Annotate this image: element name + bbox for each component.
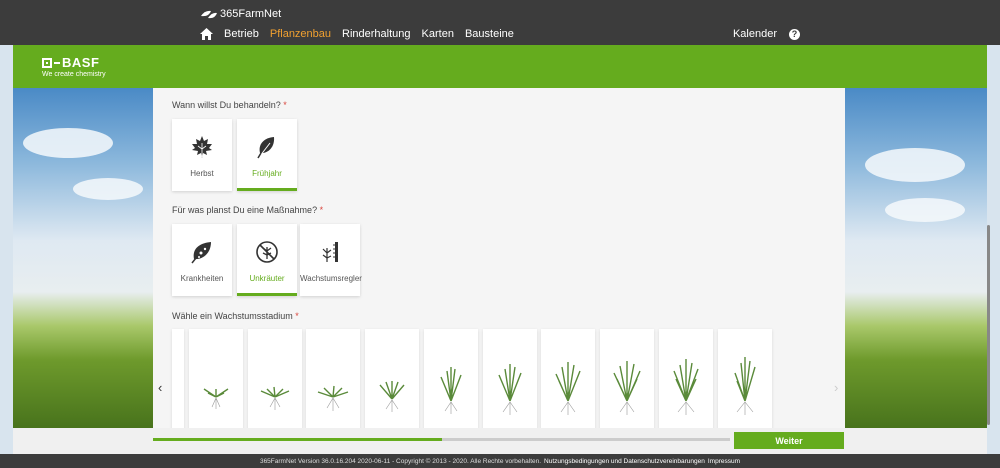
nav-item-betrieb[interactable]: Betrieb — [224, 28, 259, 40]
nav-item-bausteine[interactable]: Bausteine — [465, 28, 514, 40]
stage-card-partial[interactable] — [172, 329, 184, 428]
option-label: Wachstumsregler — [300, 274, 362, 283]
basf-dash-icon — [54, 61, 60, 64]
plant-stage-icon — [203, 388, 229, 409]
farmnet-leaf-icon — [201, 10, 217, 19]
plant-stage-icon — [734, 357, 756, 415]
top-navigation-bar: 365FarmNet Betrieb Pflanzenbau Rinderhal… — [0, 0, 1000, 45]
stage-card-7[interactable] — [541, 329, 595, 428]
carousel-next-icon[interactable]: › — [834, 380, 838, 395]
footer-link-terms[interactable]: Nutzungsbedingungen und Datenschutzverei… — [544, 458, 705, 465]
stage-card-10[interactable] — [718, 329, 772, 428]
option-wachstumsregler[interactable]: Wachstumsregler — [300, 224, 362, 296]
wizard-progress-bar — [153, 438, 730, 441]
diseased-leaf-icon — [191, 242, 211, 264]
plant-stage-icon — [260, 386, 290, 410]
footer-link-impressum[interactable]: Impressum — [708, 458, 740, 465]
leaf-icon — [257, 137, 275, 159]
page-scrollbar[interactable] — [987, 225, 990, 425]
plant-stage-icon — [379, 381, 405, 412]
plant-stage-icon — [555, 362, 581, 415]
stage-card-1[interactable] — [189, 329, 243, 428]
option-krankheiten[interactable]: Krankheiten — [172, 224, 232, 296]
background-field-left — [13, 88, 153, 428]
nav-item-pflanzenbau[interactable]: Pflanzenbau — [270, 28, 331, 40]
nav-item-karten[interactable]: Karten — [422, 28, 454, 40]
no-weed-icon — [256, 241, 278, 263]
basf-logo: BASF — [42, 55, 99, 70]
plant-stage-icon — [317, 385, 349, 411]
plant-stage-icon — [498, 364, 522, 415]
option-label: Unkräuter — [249, 274, 285, 283]
question-when: Wann willst Du behandeln? * — [172, 100, 287, 110]
background-field-right — [845, 88, 987, 428]
question-purpose: Für was planst Du eine Maßnahme? * — [172, 205, 324, 215]
stage-card-2[interactable] — [248, 329, 302, 428]
option-label: Frühjahr — [252, 169, 282, 178]
next-button[interactable]: Weiter — [734, 432, 844, 449]
stage-card-3[interactable] — [306, 329, 360, 428]
footer-copyright: 365FarmNet Version 36.0.16.204 2020-06-1… — [259, 457, 542, 465]
calendar-link[interactable]: Kalender — [733, 28, 777, 40]
plant-stage-icon — [673, 359, 699, 415]
plant-stage-icon — [613, 361, 641, 415]
plant-stage-icon — [440, 367, 462, 414]
stage-card-9[interactable] — [659, 329, 713, 428]
brand-tagline: We create chemistry — [42, 71, 106, 78]
help-icon[interactable]: ? — [789, 28, 800, 40]
stage-card-8[interactable] — [600, 329, 654, 428]
wizard-action-bar: Weiter — [13, 428, 987, 454]
nav-item-rinderhaltung[interactable]: Rinderhaltung — [342, 28, 411, 40]
maple-leaf-icon — [192, 136, 212, 158]
option-herbst[interactable]: Herbst — [172, 119, 232, 191]
question-stage: Wähle ein Wachstumsstadium * — [172, 311, 299, 321]
brand-band: BASF We create chemistry — [13, 45, 987, 88]
brand-name: BASF — [62, 55, 100, 70]
option-label: Herbst — [190, 169, 214, 178]
header-right: Kalender ? — [733, 28, 800, 40]
logo-text: 365FarmNet — [220, 8, 282, 20]
main-nav: Betrieb Pflanzenbau Rinderhaltung Karten… — [200, 28, 525, 40]
option-unkraeuter[interactable]: Unkräuter — [237, 224, 297, 296]
option-label: Krankheiten — [180, 274, 224, 283]
365farmnet-logo[interactable]: 365FarmNet — [200, 8, 281, 20]
stage-card-5[interactable] — [424, 329, 478, 428]
option-fruehjahr[interactable]: Frühjahr — [237, 119, 297, 191]
wizard-progress-fill — [153, 438, 442, 441]
home-icon[interactable] — [200, 28, 213, 40]
stage-card-6[interactable] — [483, 329, 537, 428]
carousel-prev-icon[interactable]: ‹ — [158, 380, 162, 395]
stage-card-4[interactable] — [365, 329, 419, 428]
growth-ruler-icon — [322, 242, 338, 262]
wizard-panel: Wann willst Du behandeln? * Herbst Frühj… — [153, 88, 845, 428]
footer: 365FarmNet Version 36.0.16.204 2020-06-1… — [0, 454, 1000, 468]
basf-square-icon — [42, 57, 52, 68]
